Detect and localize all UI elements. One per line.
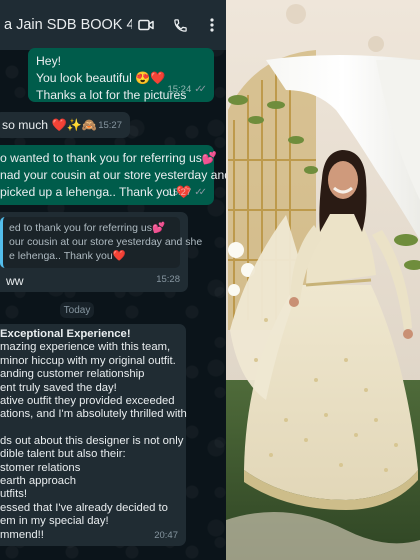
video-call-icon[interactable] [132,11,160,39]
message-text: ww [6,274,24,288]
review-line: ations, and I'm absolutely thrilled with [0,408,187,421]
lehenga-photo-illustration [226,0,420,560]
review-line [0,422,178,435]
message-meta: 15:27 ✓✓ [167,184,206,201]
message-bubble-outgoing[interactable]: o wanted to thank you for referring us💕 … [0,145,226,205]
contact-name[interactable]: a Jain SDB BOOK 4 [4,17,132,33]
message-text: Hey! [36,54,62,68]
message-time: 15:27 [98,120,122,131]
message-meta: 15:27 [98,117,122,134]
quoted-text: e lehenga.. Thank you❤️ [9,250,126,262]
phone-icon[interactable] [166,11,194,39]
double-check-icon: ✓✓ [194,187,207,198]
chat-panel: a Jain SDB BOOK 4 Hey! You look beautifu… [0,0,226,560]
review-line: ds out about this designer is not only [0,434,184,447]
review-line: ent truly saved the day! [0,381,117,394]
review-heading: Exceptional Experience! [0,328,131,340]
message-meta: 15:28 [156,271,180,288]
bride-photo [226,0,420,560]
review-line: anding customer relationship [0,368,145,381]
review-line: em in my special day! [0,515,109,528]
review-line: mazing experience with this team, [0,341,171,354]
review-line: dible talent but also their: [0,448,126,461]
review-line: earth approach [0,475,76,488]
review-line: stomer relations [0,461,81,474]
review-line: utfits! [0,488,27,501]
message-time: 15:27 [167,187,192,198]
more-vertical-icon[interactable] [198,11,226,39]
quoted-message[interactable]: ed to thank you for referring us💕 our co… [0,217,203,268]
message-bubble-outgoing[interactable]: Hey! You look beautiful 😍❤️ Thanks a lot… [28,48,214,102]
review-line: essed that I've already decided to [0,501,168,514]
review-line: ative outfit they provided exceeded [0,395,175,408]
double-check-icon: ✓✓ [194,84,207,95]
message-bubble-incoming[interactable]: Exceptional Experience! mazing experienc… [0,324,187,546]
review-line: mmend!! [0,528,44,541]
message-meta: 15:24 ✓✓ [167,81,206,98]
message-time: 20:47 [154,529,178,541]
quoted-text: our cousin at our store yesterday and sh… [9,236,203,248]
message-meta: 20:47 [154,529,178,542]
message-bubble-incoming[interactable]: ed to thank you for referring us💕 our co… [0,212,203,292]
message-time: 15:24 [167,84,192,95]
chat-header: a Jain SDB BOOK 4 [0,0,226,50]
message-bubble-incoming[interactable]: so much ❤️✨🙈 15:27 [0,112,130,138]
quoted-text: ed to thank you for referring us💕 [9,222,166,234]
review-line: minor hiccup with my original outfit. [0,354,176,367]
message-text: nad your cousin at our store yesterday a… [0,168,226,182]
date-separator: Today [60,302,94,318]
message-text: o wanted to thank you for referring us💕 [0,151,218,165]
message-time: 15:28 [156,274,180,285]
